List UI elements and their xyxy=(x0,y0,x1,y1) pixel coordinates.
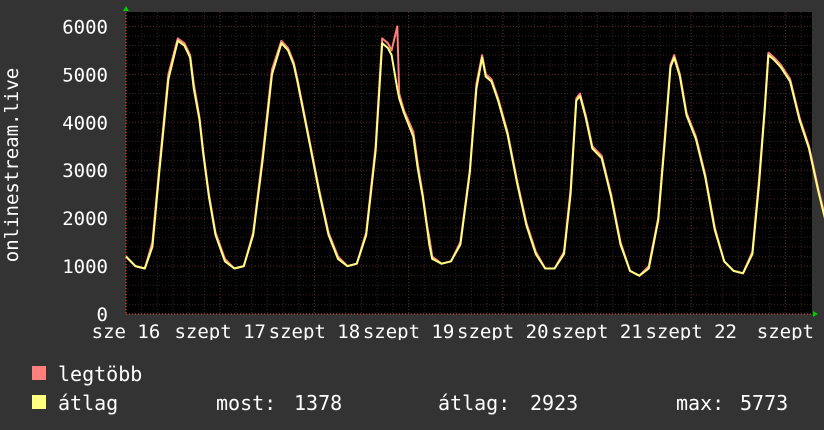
plot-area xyxy=(126,12,812,314)
x-tick-label: szept 19 xyxy=(363,321,455,340)
y-tick-label: 5000 xyxy=(62,64,108,86)
y-tick-label: 3000 xyxy=(62,160,108,182)
x-tick-label: szept 17 xyxy=(174,321,266,340)
stat-avg-value: 2923 xyxy=(530,391,579,415)
y-axis-label: onlinestream.live xyxy=(1,68,23,262)
x-tick-label: szept 21 xyxy=(551,321,643,340)
legend-label-max: legtöbb xyxy=(58,362,143,386)
stat-max-value: 5773 xyxy=(740,391,789,415)
y-tick-label: 2000 xyxy=(62,208,108,230)
x-tick-label: szept 18 xyxy=(269,321,361,340)
stat-max-label: max: xyxy=(676,391,725,415)
y-tick-label: 6000 xyxy=(62,16,108,38)
y-tick-label: 1000 xyxy=(62,256,108,278)
legend-swatch-max xyxy=(32,366,46,380)
y-tick-label: 4000 xyxy=(62,112,108,134)
x-tick-label: szept 22 xyxy=(645,321,737,340)
stat-now-label: most: xyxy=(216,391,277,415)
legend-label-avg: átlag xyxy=(58,391,119,415)
x-tick-label: sze 16 xyxy=(92,321,161,340)
y-axis-arrow-icon xyxy=(123,6,129,11)
stat-avg-label: átlag: xyxy=(438,391,511,415)
x-tick-label: szept 20 xyxy=(457,321,549,340)
legend-swatch-avg xyxy=(32,395,46,409)
x-axis-arrow-icon xyxy=(813,311,818,317)
chart: 0100020003000400050006000sze 16 szept 17 s… xyxy=(1,6,824,340)
x-tick-label: szept xyxy=(757,321,814,340)
stat-now-value: 1378 xyxy=(294,391,343,415)
